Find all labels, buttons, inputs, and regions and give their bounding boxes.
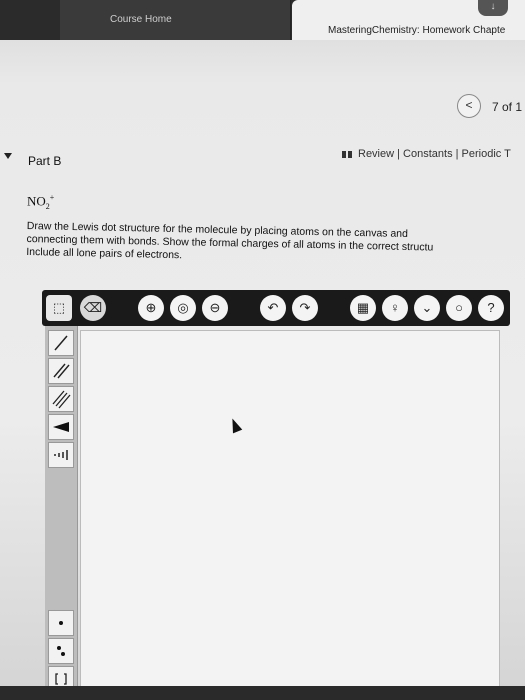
redo-icon[interactable]: ↷ bbox=[292, 295, 318, 321]
undo-icon[interactable]: ↶ bbox=[260, 295, 286, 321]
double-bond-icon[interactable] bbox=[48, 358, 74, 384]
lone-pair-icon[interactable] bbox=[48, 638, 74, 664]
single-electron-icon[interactable] bbox=[48, 610, 74, 636]
resource-links-text: Review | Constants | Periodic T bbox=[358, 148, 511, 160]
wedge-bond-icon[interactable] bbox=[48, 414, 74, 440]
formula-base: NO bbox=[27, 193, 46, 209]
eraser-icon[interactable]: ⌫ bbox=[80, 295, 106, 321]
resource-links[interactable]: Review | Constants | Periodic T bbox=[342, 148, 511, 160]
book-icon bbox=[342, 150, 352, 158]
browser-tab-bar: Course Home MasteringChemistry: Homework… bbox=[0, 0, 525, 40]
previous-button[interactable]: < bbox=[457, 94, 481, 118]
molecule-formula: NO2+ bbox=[27, 193, 54, 211]
download-icon[interactable]: ↓ bbox=[478, 0, 508, 16]
screen: Course Home MasteringChemistry: Homework… bbox=[0, 0, 525, 700]
templates-icon[interactable]: ▦ bbox=[350, 295, 376, 321]
zoom-in-icon[interactable]: ⊕ bbox=[138, 295, 164, 321]
hash-bond-icon[interactable] bbox=[48, 442, 74, 468]
page-count: 7 of 1 bbox=[492, 100, 523, 114]
tab-course-home[interactable]: Course Home bbox=[60, 0, 291, 40]
formula-subscript: 2 bbox=[45, 201, 50, 211]
drawing-canvas[interactable] bbox=[80, 330, 500, 696]
hint-icon[interactable]: ♀ bbox=[382, 295, 408, 321]
help-icon[interactable]: ? bbox=[478, 295, 504, 321]
zoom-fit-icon[interactable]: ◎ bbox=[170, 295, 196, 321]
reset-icon[interactable]: ○ bbox=[446, 295, 472, 321]
question-prompt: Draw the Lewis dot structure for the mol… bbox=[26, 220, 525, 269]
part-title: Part B bbox=[28, 154, 62, 168]
bond-toolbar bbox=[45, 326, 78, 696]
collapse-arrow-icon[interactable] bbox=[4, 153, 12, 159]
tab-course-home-label: Course Home bbox=[110, 14, 172, 25]
triple-bond-icon[interactable] bbox=[48, 386, 74, 412]
formula-charge: + bbox=[49, 193, 55, 202]
tab-mastering-label: MasteringChemistry: Homework Chapte bbox=[328, 25, 506, 36]
chevron-down-icon[interactable]: ⌄ bbox=[414, 295, 440, 321]
drawing-toolbar: ⬚ ⌫ ⊕ ◎ ⊖ ↶ ↷ ▦ ♀ ⌄ ○ ? bbox=[42, 290, 510, 326]
select-tool-icon[interactable]: ⬚ bbox=[46, 295, 72, 321]
single-bond-icon[interactable] bbox=[48, 330, 74, 356]
dock-bar bbox=[0, 686, 525, 700]
zoom-out-icon[interactable]: ⊖ bbox=[202, 295, 228, 321]
